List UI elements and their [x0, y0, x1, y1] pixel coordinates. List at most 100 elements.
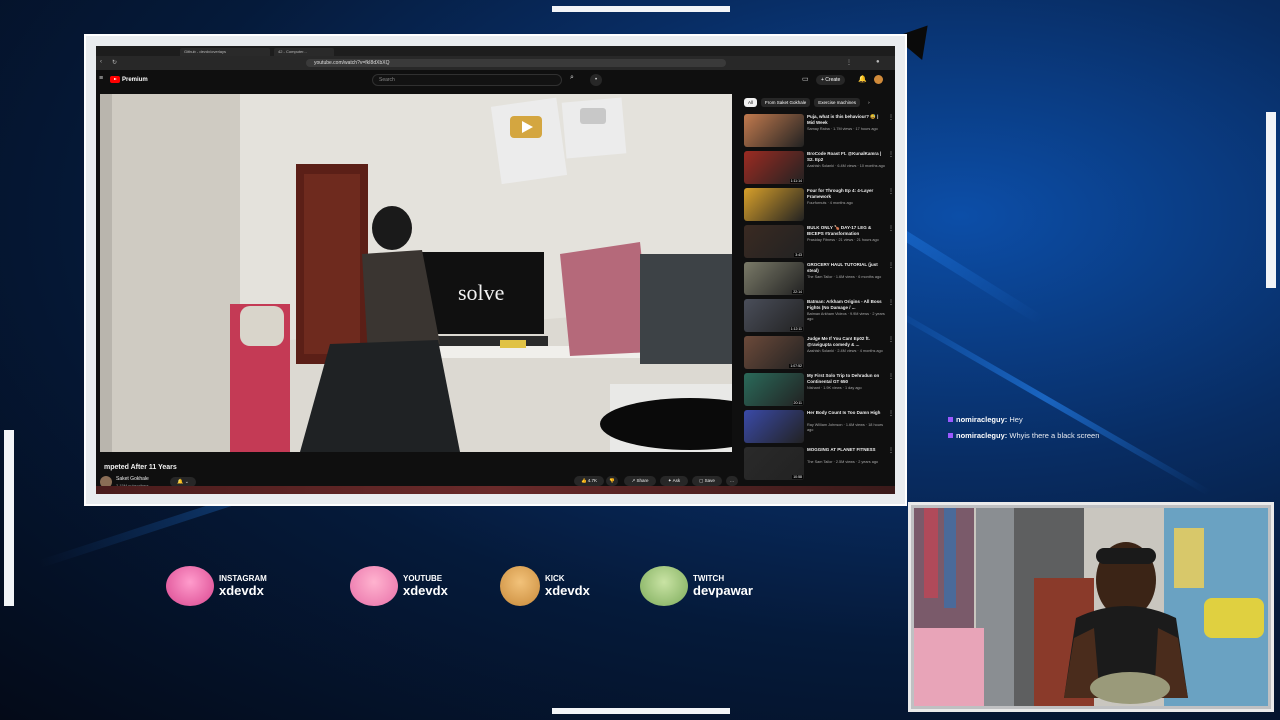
dislike-button[interactable]: 👎	[606, 476, 618, 486]
browser-tab[interactable]: 42 - Computer...	[274, 48, 334, 56]
recommendation-item[interactable]: 1:12:11 Batman: Arkham Origins - All Boss…	[744, 299, 894, 333]
cast-icon[interactable]: ▭	[802, 75, 809, 83]
address-bar: ‹ ↻ youtube.com/watch?v=fkI8dXbXQ ⋮ ●	[96, 56, 895, 70]
search-input[interactable]: Search	[372, 74, 562, 86]
recommendation-title[interactable]: GROCERY HAUL TUTORIAL (just steal)	[807, 262, 885, 274]
recommendation-thumbnail[interactable]	[744, 188, 804, 221]
video-duration: 1:12:11	[789, 327, 803, 331]
tab-bar: Github - devdx/overlays 42 - Computer...	[96, 46, 895, 56]
ask-button[interactable]: ✦ Ask	[660, 476, 688, 486]
chip-exercise-machines[interactable]: Exercise machines	[814, 98, 861, 107]
search-icon[interactable]: ⌕	[564, 74, 580, 86]
recommendation-thumbnail[interactable]	[744, 410, 804, 443]
more-options-icon[interactable]: ⋮	[888, 225, 894, 232]
more-options-icon[interactable]: ⋮	[888, 114, 894, 121]
recommendation-thumbnail[interactable]: 22:14	[744, 262, 804, 295]
chat-user: nomiracleguy:	[956, 431, 1008, 440]
recommendation-item[interactable]: 10:58 MOGGING AT PLANET FITNESS The Sam Ta…	[744, 447, 894, 481]
mic-icon[interactable]: •	[590, 74, 602, 86]
channel-name[interactable]: Saket Gokhale	[116, 476, 149, 482]
reload-icon[interactable]: ↻	[112, 59, 117, 66]
browser-tab[interactable]: Github - devdx/overlays	[180, 48, 270, 56]
recommendation-item[interactable]: 20:11 My First Solo Trip to Dehradun on C…	[744, 373, 894, 407]
chat-text: Hey	[1009, 415, 1023, 424]
recommendation-item[interactable]: 1:07:52 Judge Me If You Can! Ep02 ft. @ra…	[744, 336, 894, 370]
recommendation-title[interactable]: BroCode Roast Ft. @KunalKamra | S2. Ep2	[807, 151, 885, 163]
chip-all[interactable]: All	[744, 98, 758, 107]
chat-badge-icon	[948, 417, 953, 422]
recommendation-title[interactable]: MOGGING AT PLANET FITNESS	[807, 447, 885, 453]
recommendation-title[interactable]: My First Solo Trip to Dehradun on Contin…	[807, 373, 885, 385]
more-options-icon[interactable]: ⋮	[888, 188, 894, 195]
recommendation-thumbnail[interactable]: 1:07:52	[744, 336, 804, 369]
video-duration: 1:07:52	[789, 364, 803, 368]
instagram-avatar-icon	[166, 566, 214, 606]
like-button[interactable]: 👍 4.7K	[574, 476, 604, 486]
recommendation-meta: Aashish Solanki · 2.4M views · 4 months …	[807, 349, 883, 353]
recommendation-title[interactable]: Puja, what is this behaviour? 😅 | Mid We…	[807, 114, 885, 126]
recommendation-thumbnail[interactable]: 10:58	[744, 447, 804, 480]
social-instagram: INSTAGRAM xdevdx	[166, 566, 267, 606]
recommendation-item[interactable]: Puja, what is this behaviour? 😅 | Mid We…	[744, 114, 894, 148]
recommendation-item[interactable]: 3:43 BULK ONLY 🍗 DAY-17 LEG & BICEPS #tra…	[744, 225, 894, 259]
recommendation-title[interactable]: Four for Through Ep 4: 4-Layer Framework	[807, 188, 885, 200]
more-options-icon[interactable]: ⋮	[888, 373, 894, 380]
recommendation-thumbnail[interactable]	[744, 114, 804, 147]
recommendation-meta: Fourfornuts · 4 months ago	[807, 201, 853, 205]
chip-from-channel[interactable]: From Saket Gokhale	[761, 98, 811, 107]
profile-icon[interactable]: ●	[876, 59, 880, 65]
recommendation-thumbnail[interactable]: 3:43	[744, 225, 804, 258]
kick-avatar-icon	[500, 566, 540, 606]
chips-next-icon[interactable]: ›	[864, 98, 874, 107]
recommendation-meta: The Sam Tailor · 2.5M views · 2 years ag…	[807, 460, 879, 464]
chat-user: nomiracleguy:	[956, 415, 1008, 424]
video-duration: 20:11	[792, 401, 803, 405]
video-title: mpeted After 11 Years	[104, 464, 177, 471]
recommendation-item[interactable]: 22:14 GROCERY HAUL TUTORIAL (just steal) T…	[744, 262, 894, 296]
menu-icon[interactable]: ≡	[99, 75, 103, 82]
recommendation-title[interactable]: BULK ONLY 🍗 DAY-17 LEG & BICEPS #transfo…	[807, 225, 885, 237]
more-options-icon[interactable]: ⋮	[888, 410, 894, 417]
recommendation-item[interactable]: 1:11:14 BroCode Roast Ft. @KunalKamra | S…	[744, 151, 894, 185]
back-icon[interactable]: ‹	[100, 59, 102, 65]
share-button[interactable]: ↗ Share	[624, 476, 656, 486]
recommendation-thumbnail[interactable]: 1:11:14	[744, 151, 804, 184]
create-button[interactable]: + Create	[816, 75, 846, 85]
chat-text: Whyis there a black screen	[1009, 431, 1100, 440]
recommendation-thumbnail[interactable]: 1:12:11	[744, 299, 804, 332]
background-stripe	[878, 300, 1211, 496]
webcam-frame	[908, 502, 1274, 712]
social-label: YOUTUBE	[403, 574, 443, 583]
recommendation-title[interactable]: Her Body Count Is Too Damn High	[807, 410, 885, 416]
recommendation-item[interactable]: Her Body Count Is Too Damn High Ray Willi…	[744, 410, 894, 444]
more-options-icon[interactable]: ⋮	[888, 299, 894, 306]
twitch-avatar-icon	[640, 566, 688, 606]
social-twitch: TWITCH devpawar	[640, 566, 753, 606]
social-handle: xdevdx	[219, 583, 264, 598]
notifications-icon[interactable]: 🔔	[858, 75, 867, 83]
more-options-icon[interactable]: ⋮	[888, 151, 894, 158]
url-field[interactable]: youtube.com/watch?v=fkI8dXbXQ	[306, 59, 726, 67]
more-options-icon[interactable]: ⋮	[888, 447, 894, 454]
recommendation-thumbnail[interactable]: 20:11	[744, 373, 804, 406]
youtube-header: ≡ Premium Search ⌕ • ▭ + Create 🔔	[96, 70, 895, 90]
recommendation-title[interactable]: Batman: Arkham Origins - All Boss Fights…	[807, 299, 885, 311]
video-player[interactable]: solve	[100, 94, 732, 452]
recommendation-meta: Batman Arkham Videos · 9.9M views · 2 ye…	[807, 312, 885, 321]
youtube-logo-text: Premium	[122, 76, 148, 83]
frame-tab	[552, 708, 730, 714]
more-options-icon[interactable]: ⋮	[888, 262, 894, 269]
share-label: Share	[636, 478, 649, 483]
youtube-play-icon	[110, 76, 120, 83]
extensions-icon[interactable]: ⋮	[846, 59, 852, 66]
recommendation-meta: Prasiday Fitness · 21 views · 21 hours a…	[807, 238, 879, 242]
more-options-icon[interactable]: ⋮	[888, 336, 894, 343]
youtube-logo[interactable]: Premium	[110, 76, 148, 83]
account-avatar[interactable]	[874, 75, 883, 84]
recommendation-item[interactable]: Four for Through Ep 4: 4-Layer Framework…	[744, 188, 894, 222]
save-button[interactable]: ▢ Save	[692, 476, 722, 486]
recommendation-meta: The Sam Tailor · 1.6M views · 6 months a…	[807, 275, 882, 279]
video-overlay-text: solve	[458, 280, 505, 305]
more-actions-button[interactable]: …	[726, 476, 738, 486]
recommendation-title[interactable]: Judge Me If You Can! Ep02 ft. @ravigupta…	[807, 336, 885, 348]
